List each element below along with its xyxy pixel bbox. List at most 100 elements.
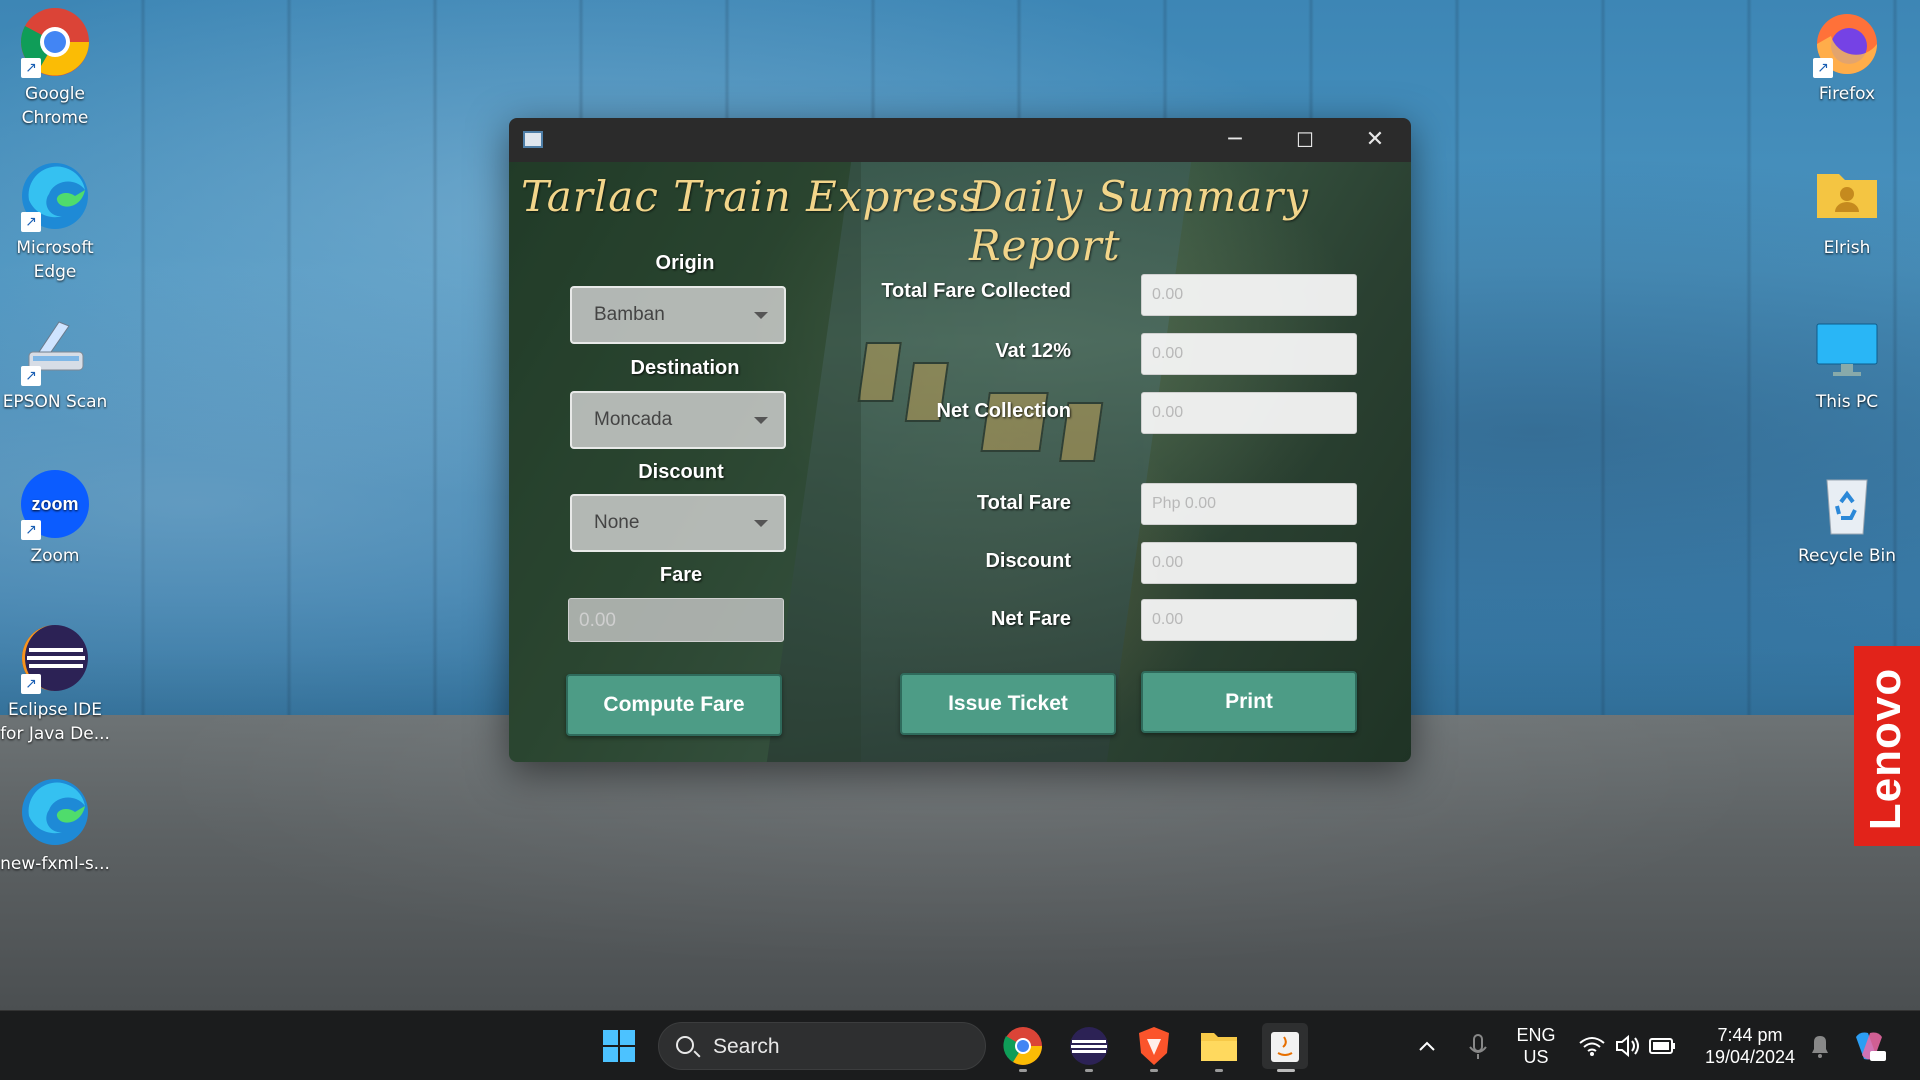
app-window: ─ ☐ ✕ Tarlac Train Express Daily Summary… bbox=[509, 118, 1411, 762]
vat-label: Vat 12% bbox=[995, 340, 1071, 362]
total-fare-collected-label: Total Fare Collected bbox=[881, 280, 1071, 302]
running-indicator bbox=[1019, 1069, 1027, 1072]
desktop-icon-label: Eclipse IDE for Java De... bbox=[0, 700, 110, 744]
app-content: Tarlac Train Express Daily Summary Repor… bbox=[509, 162, 1411, 762]
desktop-icon-this-pc[interactable]: This PC bbox=[1792, 314, 1902, 414]
windows-start-icon[interactable] bbox=[596, 1023, 642, 1069]
battery-icon[interactable] bbox=[1642, 1023, 1682, 1069]
chevron-down-icon bbox=[754, 312, 768, 319]
destination-label: Destination bbox=[630, 357, 740, 379]
notification-bell-icon[interactable] bbox=[1800, 1023, 1840, 1069]
taskbar-search[interactable]: Search bbox=[658, 1022, 986, 1070]
volume-icon[interactable] bbox=[1607, 1023, 1647, 1069]
total-fare-label: Total Fare bbox=[976, 492, 1071, 514]
origin-label: Origin bbox=[655, 252, 715, 274]
edge-icon: ↗ bbox=[19, 160, 91, 232]
running-indicator bbox=[1085, 1069, 1093, 1072]
chrome-icon: ↗ bbox=[19, 6, 91, 78]
eclipse-taskbar-icon[interactable] bbox=[1066, 1023, 1112, 1069]
running-indicator bbox=[1215, 1069, 1223, 1072]
clock[interactable]: 7:44 pm 19/04/2024 bbox=[1690, 1024, 1810, 1068]
desktop-icon-new-fxml[interactable]: new-fxml-s... bbox=[0, 776, 110, 876]
discount-summary-label: Discount bbox=[985, 550, 1071, 572]
close-button[interactable]: ✕ bbox=[1340, 118, 1410, 162]
title-bar[interactable]: ─ ☐ ✕ bbox=[509, 118, 1411, 162]
eclipse-icon: ↗ bbox=[19, 622, 91, 694]
report-title: Daily Summary Report bbox=[969, 172, 1309, 270]
language-indicator[interactable]: ENG US bbox=[1508, 1024, 1564, 1068]
net-fare-field[interactable]: 0.00 bbox=[1141, 599, 1357, 641]
desktop-icon-label: Recycle Bin bbox=[1797, 546, 1896, 566]
recycle-bin-icon bbox=[1811, 468, 1883, 540]
wifi-icon[interactable] bbox=[1572, 1023, 1612, 1069]
brave-taskbar-icon[interactable] bbox=[1131, 1023, 1177, 1069]
destination-value: Moncada bbox=[594, 409, 673, 430]
scanner-icon: ↗ bbox=[19, 314, 91, 386]
origin-value: Bamban bbox=[594, 304, 665, 325]
running-indicator bbox=[1150, 1069, 1158, 1072]
microphone-icon[interactable] bbox=[1458, 1023, 1498, 1069]
lenovo-badge: Lenovo bbox=[1854, 646, 1920, 846]
desktop-icon-firefox[interactable]: ↗ Firefox bbox=[1792, 6, 1902, 106]
total-fare-field[interactable]: Php 0.00 bbox=[1141, 483, 1357, 525]
desktop-icon-recycle-bin[interactable]: Recycle Bin bbox=[1792, 468, 1902, 568]
region-code: US bbox=[1523, 1047, 1549, 1067]
desktop-icon-zoom[interactable]: zoom ↗ Zoom bbox=[0, 468, 110, 568]
desktop-icon-edge[interactable]: ↗ Microsoft Edge bbox=[0, 160, 110, 284]
monitor-icon bbox=[1811, 314, 1883, 386]
desktop-icon-chrome[interactable]: ↗ Google Chrome bbox=[0, 6, 110, 130]
net-fare-label: Net Fare bbox=[990, 608, 1071, 630]
minimize-button[interactable]: ─ bbox=[1200, 118, 1270, 162]
fare-field[interactable]: 0.00 bbox=[568, 598, 784, 642]
app-title: Tarlac Train Express bbox=[521, 172, 983, 221]
desktop-icon-label: new-fxml-s... bbox=[0, 854, 110, 874]
app-window-icon bbox=[523, 131, 543, 148]
desktop-icon-label: Microsoft Edge bbox=[16, 238, 94, 282]
desktop-icon-label: Elrish bbox=[1823, 238, 1871, 258]
desktop-icon-label: This PC bbox=[1815, 392, 1879, 412]
total-fare-collected-placeholder: 0.00 bbox=[1152, 286, 1184, 303]
copilot-icon[interactable] bbox=[1846, 1023, 1892, 1069]
compute-fare-label: Compute Fare bbox=[603, 693, 745, 716]
discount-summary-field[interactable]: 0.00 bbox=[1141, 542, 1357, 584]
show-hidden-icons-chevron-icon[interactable] bbox=[1407, 1023, 1447, 1069]
print-label: Print bbox=[1225, 690, 1273, 713]
file-explorer-taskbar-icon[interactable] bbox=[1196, 1023, 1242, 1069]
svg-text:zoom: zoom bbox=[32, 494, 79, 514]
issue-ticket-button[interactable]: Issue Ticket bbox=[900, 673, 1116, 735]
desktop-icon-label: Zoom bbox=[30, 546, 80, 566]
chevron-down-icon bbox=[754, 520, 768, 527]
search-icon bbox=[676, 1036, 694, 1054]
desktop-icon-epson-scan[interactable]: ↗ EPSON Scan bbox=[0, 314, 110, 414]
maximize-button[interactable]: ☐ bbox=[1270, 118, 1340, 162]
fare-placeholder: 0.00 bbox=[579, 610, 616, 631]
discount-label: Discount bbox=[638, 461, 724, 483]
desktop-icon-label: Firefox bbox=[1818, 84, 1876, 104]
net-collection-label: Net Collection bbox=[936, 400, 1071, 422]
total-fare-collected-field[interactable]: 0.00 bbox=[1141, 274, 1357, 316]
destination-combobox[interactable]: Moncada bbox=[570, 391, 786, 449]
chrome-taskbar-icon[interactable] bbox=[1000, 1023, 1046, 1069]
net-collection-field[interactable]: 0.00 bbox=[1141, 392, 1357, 434]
language-code: ENG bbox=[1516, 1025, 1556, 1045]
firefox-icon: ↗ bbox=[1811, 6, 1883, 78]
print-button[interactable]: Print bbox=[1141, 671, 1357, 733]
discount-combobox[interactable]: None bbox=[570, 494, 786, 552]
desktop-icon-label: Google Chrome bbox=[21, 84, 89, 128]
vat-placeholder: 0.00 bbox=[1152, 345, 1184, 362]
desktop-icon-user-folder[interactable]: Elrish bbox=[1792, 160, 1902, 260]
taskbar: Search ENG US 7:44 pm 19/04/2024 bbox=[0, 1010, 1920, 1080]
discount-summary-placeholder: 0.00 bbox=[1152, 554, 1184, 571]
compute-fare-button[interactable]: Compute Fare bbox=[566, 674, 782, 736]
edge-icon bbox=[19, 776, 91, 848]
zoom-icon: zoom ↗ bbox=[19, 468, 91, 540]
discount-value: None bbox=[594, 512, 640, 533]
origin-combobox[interactable]: Bamban bbox=[570, 286, 786, 344]
fare-label: Fare bbox=[659, 564, 703, 586]
desktop-icon-eclipse[interactable]: ↗ Eclipse IDE for Java De... bbox=[0, 622, 110, 746]
java-taskbar-icon[interactable] bbox=[1262, 1023, 1308, 1069]
clock-date: 19/04/2024 bbox=[1704, 1047, 1796, 1067]
chevron-down-icon bbox=[754, 417, 768, 424]
desktop-icon-label: EPSON Scan bbox=[2, 392, 108, 412]
vat-field[interactable]: 0.00 bbox=[1141, 333, 1357, 375]
